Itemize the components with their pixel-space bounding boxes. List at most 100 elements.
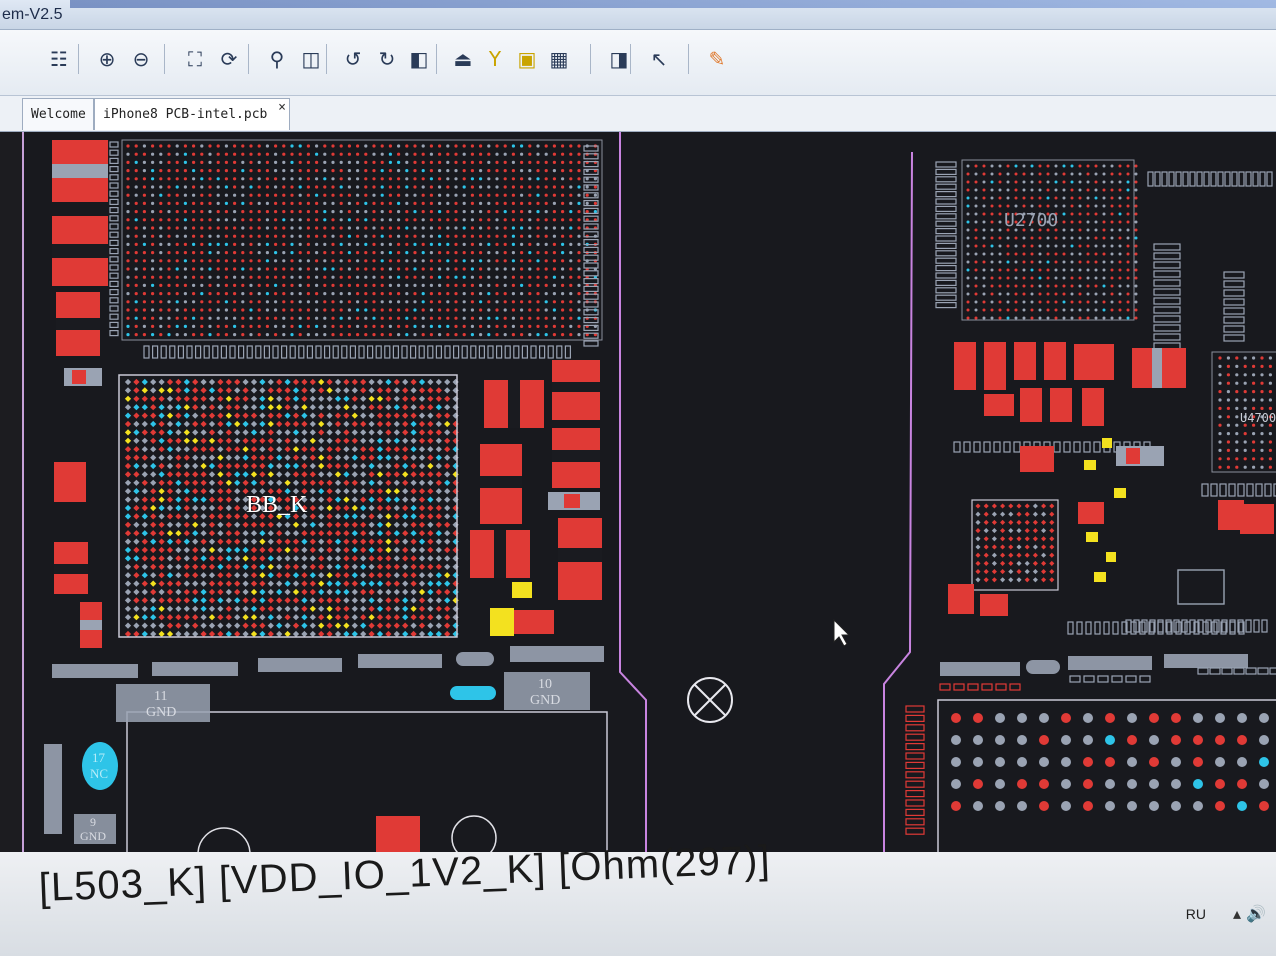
bga-ball [150,446,157,453]
bga-ball [217,462,224,470]
bga-ball [141,563,148,570]
ic-ball [200,193,204,197]
bga-ball [326,446,333,453]
ic-ball [998,300,1002,304]
bga-ball [183,555,190,562]
ic-ball [495,324,499,328]
bga-ball [166,555,174,562]
bga-ball [133,530,140,537]
bga-ball [393,630,400,638]
pcb-canvas[interactable]: BB_K U2700 U4700 11 GND 10 GND 17 NC 9 G… [22,132,1276,852]
ic-ball [446,177,450,181]
ic-ball [233,160,237,164]
ic-ball [998,228,1002,232]
zoom-out-icon[interactable]: ⊖ [126,42,156,76]
notes-icon[interactable]: ✎ [702,42,732,76]
volume-icon[interactable]: ▴ 🔊 [1233,904,1266,923]
bga-ball [402,462,409,470]
bga-ball [435,588,442,596]
refresh-icon[interactable]: ⟳ [214,42,244,76]
ic-ball [421,324,425,328]
mirror-icon[interactable]: ◧ [404,42,434,76]
pin-icon[interactable]: Y [480,42,510,76]
ic-ball [1102,252,1106,256]
tab-welcome[interactable]: Welcome [22,98,94,130]
ic-ball [126,251,130,255]
bga-ball [418,479,426,486]
component-icon[interactable]: ▣ [512,42,542,76]
ic-ball [208,226,212,230]
edge-pad [973,441,981,453]
ic-ball [142,308,146,312]
ic-ball [479,251,483,255]
bga-ball [427,563,434,570]
ic-ball [1046,268,1050,272]
ic-ball [200,308,204,312]
ic-ball [306,275,310,279]
ic-ball [998,196,1002,200]
ic-ball [511,169,515,173]
ic-ball [1062,284,1066,288]
ic-ball [511,300,515,304]
bga-ball [141,555,148,562]
bga-ball [250,563,258,570]
bga-ball [1024,528,1030,534]
zoom-in-icon[interactable]: ⊕ [92,42,122,76]
ic-ball [569,234,573,238]
bga-ball [225,404,232,411]
ic-ball [413,275,417,279]
ic-ball [487,275,491,279]
search-icon[interactable]: ⚲ [262,42,292,76]
pcb-view[interactable]: BB_K U2700 U4700 11 GND 10 GND 17 NC 9 G… [24,132,1276,852]
tab-pcb-file[interactable]: iPhone8 PCB-intel.pcb × [94,98,290,130]
ic-ball [323,308,327,312]
bga-ball [166,420,174,428]
ic-ball [126,283,130,287]
bga-ball [444,496,451,503]
fit-view-icon[interactable]: ⛶ [180,42,210,76]
bga-ball [175,412,182,419]
rotate-right-icon[interactable]: ↻ [372,42,402,76]
probe-icon[interactable]: ⏏ [448,42,478,76]
ic-ball [257,259,261,263]
language-indicator[interactable]: RU [1186,906,1206,922]
layers-tree-icon[interactable]: ☷ [44,42,74,76]
ic-ball [1094,188,1098,192]
ic-ball [241,267,245,271]
ic-ball [298,242,302,246]
ic-ball [487,144,491,148]
connector-ball [973,713,983,723]
bga-ball [393,412,400,419]
bga-ball [276,605,283,612]
bga-ball [334,404,342,411]
bga-ball [1016,569,1022,575]
compare-icon[interactable]: ◫ [296,42,326,76]
bga-ball [133,588,140,596]
pointer-icon[interactable]: ↖ [644,42,674,76]
pad-17-net: NC [90,766,108,781]
value-icon[interactable]: ▦ [544,42,574,76]
bga-ball [158,597,165,604]
edge-pad [109,264,119,271]
ic-ball [290,300,294,304]
bga-ball [234,387,241,394]
ic-ball [974,244,978,248]
bga-ball [326,530,333,537]
bga-ball [368,446,375,453]
bga-ball [351,387,358,394]
ic-ball [151,226,155,230]
rotate-left-icon[interactable]: ↺ [338,42,368,76]
bga-ball [192,496,199,503]
ic-ball [561,160,565,164]
ic-ball [446,316,450,320]
ic-ball [1118,228,1122,232]
bga-ball [292,479,300,486]
bga-ball [334,462,342,470]
ic-ball [438,152,442,156]
close-icon[interactable]: × [278,100,286,115]
ic-ball [503,333,507,337]
bga-ball [242,555,249,562]
bga-ball [452,496,459,503]
bga-ball [402,546,409,554]
bga-ball [983,560,989,566]
